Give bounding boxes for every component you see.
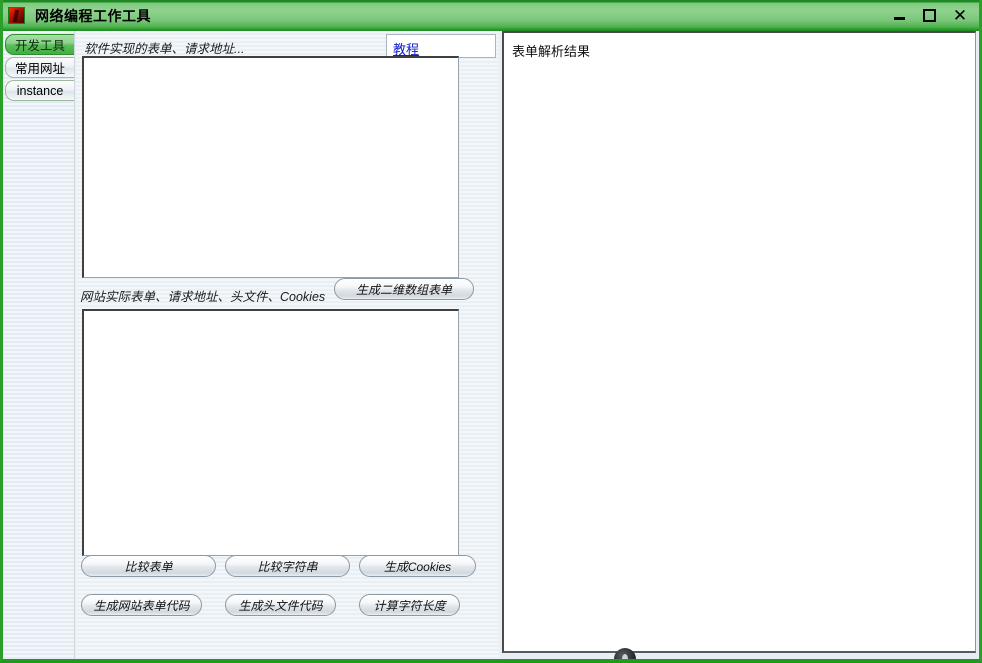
compare-form-button[interactable]: 比较表单	[81, 555, 216, 577]
title-bar: 网络编程工作工具 ✕	[3, 0, 979, 31]
sidebar: 开发工具 常用网址 instance	[3, 31, 75, 659]
calc-string-length-button[interactable]: 计算字符长度	[359, 594, 460, 616]
minimize-icon[interactable]	[892, 8, 908, 24]
generate-cookies-button[interactable]: 生成Cookies	[359, 555, 476, 577]
maximize-icon[interactable]	[922, 8, 938, 24]
generate-2d-array-form-button[interactable]: 生成二维数组表单	[334, 278, 474, 300]
sidebar-item-label: instance	[16, 83, 64, 98]
window-controls: ✕	[892, 7, 968, 24]
top-textarea-caption: 软件实现的表单、请求地址...	[84, 42, 245, 56]
sidebar-item-dev-tools[interactable]: 开发工具	[5, 34, 74, 55]
bottom-textarea-caption: 网站实际表单、请求地址、头文件、Cookies	[80, 290, 326, 304]
left-panel: 软件实现的表单、请求地址... 教程 网站实际表单、请求地址、头文件、Cooki…	[76, 31, 499, 659]
sidebar-item-instance[interactable]: instance	[5, 80, 74, 101]
bottom-knob-icon	[614, 648, 636, 659]
form-parse-result-label: 表单解析结果	[512, 44, 591, 59]
sidebar-item-common-urls[interactable]: 常用网址	[5, 57, 74, 78]
application-window: 网络编程工作工具 ✕ 开发工具 常用网址 instance 软件实现的表单、请求…	[0, 0, 982, 663]
sidebar-item-label: 开发工具	[14, 39, 65, 53]
generate-header-code-button[interactable]: 生成头文件代码	[225, 594, 336, 616]
window-title: 网络编程工作工具	[35, 7, 151, 24]
compare-string-button[interactable]: 比较字符串	[225, 555, 350, 577]
form-parse-result-panel[interactable]: 表单解析结果	[502, 31, 976, 653]
generate-site-form-code-button[interactable]: 生成网站表单代码	[81, 594, 202, 616]
tutorial-box: 教程	[386, 34, 496, 58]
actual-site-form-textarea[interactable]	[82, 309, 459, 556]
close-icon[interactable]: ✕	[952, 7, 968, 24]
sidebar-item-label: 常用网址	[14, 62, 65, 76]
implemented-form-textarea[interactable]	[82, 56, 459, 278]
app-icon	[8, 7, 25, 24]
